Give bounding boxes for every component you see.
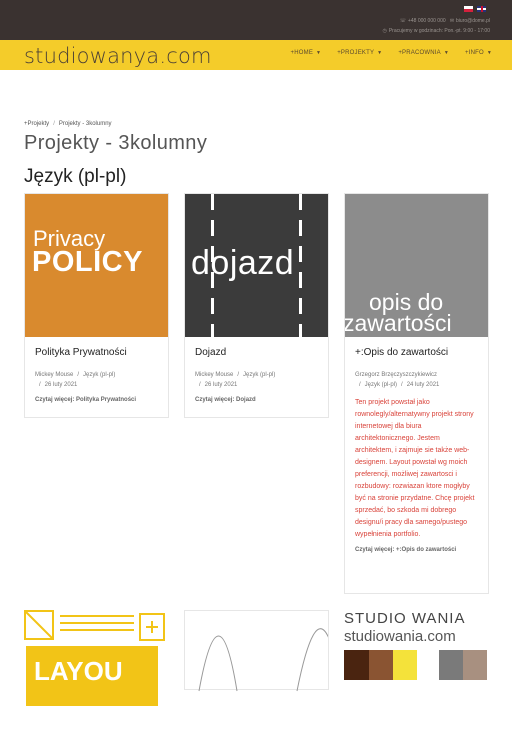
contact-email[interactable]: biuro@dome.pl bbox=[456, 18, 490, 24]
card-author: Mickey Mouse bbox=[195, 372, 234, 378]
section-title: Język (pl-pl) bbox=[24, 166, 127, 187]
card-title[interactable]: Polityka Prywatności bbox=[35, 347, 158, 358]
main-menu: +HOME ▼ +PROJEKTY ▼ +PRACOWNIA ▼ +INFO ▼ bbox=[291, 50, 492, 56]
card-author: Grzegorz Brzęczyszczykiewicz bbox=[355, 372, 438, 378]
clock-icon: ◷ bbox=[382, 28, 387, 34]
menu-item-label: +PRACOWNIA bbox=[398, 50, 441, 56]
read-more-link[interactable]: Czytaj więcej: Polityka Prywatności bbox=[35, 397, 158, 403]
chevron-down-icon: ▼ bbox=[316, 50, 322, 56]
card-date: 26 luty 2021 bbox=[204, 382, 238, 388]
breadcrumb-home[interactable]: +Projekty bbox=[24, 121, 49, 127]
article-card-dojazd: dojazd Dojazd Mickey Mouse / Język (pl-pl)… bbox=[184, 193, 329, 418]
main-navbar: studiowanya.com +HOME ▼ +PROJEKTY ▼ +PRACO… bbox=[0, 40, 512, 70]
read-more-target: +:Opis do zawartości bbox=[396, 547, 457, 553]
contact-hours: Pracujemy w godzinach: Pon.-pt. 9:00 - 1… bbox=[388, 28, 490, 34]
read-more-target: Polityka Prywatności bbox=[76, 397, 137, 403]
opis-image[interactable]: opis do zawartości bbox=[345, 194, 488, 337]
read-more-label: Czytaj więcej: bbox=[195, 397, 235, 403]
flag-en-icon[interactable] bbox=[477, 6, 486, 12]
dojazd-image[interactable]: dojazd bbox=[185, 194, 328, 337]
layout-graphic: LAYOU bbox=[24, 610, 167, 753]
card-meta: Mickey Mouse / Język (pl-pl) /26 luty 2021 bbox=[35, 372, 116, 388]
read-more-target: Dojazd bbox=[236, 397, 256, 403]
breadcrumb-current: Projekty - 3kolumny bbox=[58, 121, 112, 127]
menu-item-label: +INFO bbox=[465, 50, 484, 56]
card-meta: Mickey Mouse / Język (pl-pl) /26 luty 2021 bbox=[195, 372, 276, 388]
chevron-down-icon: ▼ bbox=[443, 50, 449, 56]
site-logo[interactable]: studiowanya.com bbox=[24, 44, 212, 68]
studio-title: STUDIO WANIA bbox=[344, 610, 466, 627]
studio-url: studiowania.com bbox=[344, 628, 456, 645]
chevron-down-icon: ▼ bbox=[377, 50, 383, 56]
menu-item-label: +PROJEKTY bbox=[337, 50, 375, 56]
contact-phone: +48 000 000 000 bbox=[407, 18, 446, 24]
menu-item-projekty[interactable]: +PROJEKTY ▼ bbox=[337, 50, 382, 56]
color-swatches bbox=[344, 650, 487, 680]
card-author: Mickey Mouse bbox=[35, 372, 74, 378]
image-text-line2: zawartości bbox=[345, 310, 452, 336]
menu-item-home[interactable]: +HOME ▼ bbox=[291, 50, 322, 56]
article-card-studio: STUDIO WANIA studiowania.com bbox=[344, 610, 489, 753]
article-card-privacy: Privacy POLICY Polityka Prywatności Mick… bbox=[24, 193, 169, 418]
top-bar: ☏ +48 000 000 000 ✉ biuro@dome.pl ◷ Pracuje… bbox=[0, 0, 512, 40]
read-more-label: Czytaj więcej: bbox=[355, 547, 395, 553]
studio-image[interactable]: STUDIO WANIA studiowania.com bbox=[344, 610, 487, 753]
breadcrumb: +Projekty / Projekty - 3kolumny bbox=[24, 121, 112, 127]
card-meta: Grzegorz Brzęczyszczykiewicz / Język (pl-… bbox=[355, 372, 440, 388]
privacy-image[interactable]: Privacy POLICY bbox=[25, 194, 168, 337]
phone-icon: ☏ bbox=[399, 18, 406, 24]
contact-info: ☏ +48 000 000 000 ✉ biuro@dome.pl ◷ Pracuje… bbox=[382, 16, 490, 36]
card-description: Ten projekt powstał jako rownolegly/alte… bbox=[355, 399, 475, 538]
article-card-layout: LAYOU bbox=[24, 610, 169, 753]
card-language: Język (pl-pl) bbox=[364, 382, 398, 388]
page-title: Projekty - 3kolumny bbox=[24, 132, 208, 154]
card-language: Język (pl-pl) bbox=[83, 372, 116, 378]
curve-image[interactable] bbox=[185, 611, 328, 754]
curve-graphic bbox=[198, 628, 328, 692]
language-switcher bbox=[464, 6, 486, 12]
layout-text: LAYOU bbox=[34, 656, 123, 686]
image-text-line2: POLICY bbox=[32, 246, 143, 278]
breadcrumb-separator: / bbox=[53, 121, 55, 127]
image-text: dojazd bbox=[191, 244, 295, 282]
road-line-right bbox=[299, 194, 302, 337]
flag-pl-icon[interactable] bbox=[464, 6, 473, 12]
read-more-label: Czytaj więcej: bbox=[35, 397, 75, 403]
card-language: Język (pl-pl) bbox=[243, 372, 276, 378]
card-title[interactable]: +:Opis do zawartości bbox=[355, 347, 478, 358]
menu-item-info[interactable]: +INFO ▼ bbox=[465, 50, 492, 56]
article-card-curve bbox=[184, 610, 329, 692]
layout-image[interactable]: LAYOU bbox=[24, 610, 167, 753]
mail-icon: ✉ bbox=[449, 18, 455, 24]
read-more-link[interactable]: Czytaj więcej: +:Opis do zawartości bbox=[355, 547, 478, 553]
card-title[interactable]: Dojazd bbox=[195, 347, 318, 358]
menu-item-label: +HOME bbox=[290, 50, 314, 56]
chevron-down-icon: ▼ bbox=[486, 50, 492, 56]
menu-item-pracownia[interactable]: +PRACOWNIA ▼ bbox=[398, 50, 449, 56]
read-more-link[interactable]: Czytaj więcej: Dojazd bbox=[195, 397, 318, 403]
card-date: 24 luty 2021 bbox=[406, 382, 440, 388]
card-date: 26 luty 2021 bbox=[44, 382, 78, 388]
article-card-opis: opis do zawartości +:Opis do zawartości … bbox=[344, 193, 489, 594]
